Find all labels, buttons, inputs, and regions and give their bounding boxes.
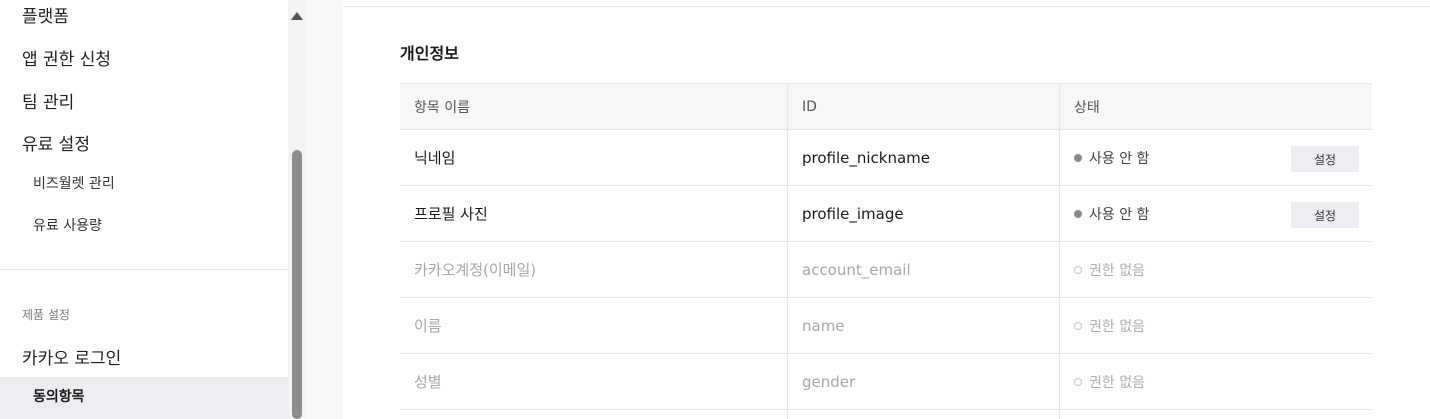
sidebar-item-label: 동의항목: [33, 389, 85, 405]
item-name-cell: 카카오계정(이메일): [400, 242, 788, 297]
item-id-cell: profile_nickname: [788, 130, 1060, 185]
table-row: 성별 gender 권한 없음: [400, 354, 1372, 410]
sidebar-item-paid-usage[interactable]: 유료 사용량: [33, 215, 102, 235]
item-id-cell: account_email: [788, 242, 1060, 297]
column-header-id: ID: [788, 84, 1060, 129]
content-gutter: [307, 0, 343, 419]
table-header: 항목 이름 ID 상태: [400, 83, 1372, 130]
status-text: 권한 없음: [1089, 318, 1145, 335]
status-text: 사용 안 함: [1089, 150, 1150, 167]
scrollbar-thumb[interactable]: [292, 150, 302, 419]
column-header-item-name: 항목 이름: [400, 84, 788, 129]
item-id-cell: [788, 410, 1060, 419]
sidebar-section-label: 제품 설정: [22, 308, 70, 322]
sidebar-item-paid-settings[interactable]: 유료 설정: [22, 130, 90, 155]
scroll-up-icon[interactable]: [291, 12, 303, 20]
status-text: 사용 안 함: [1089, 206, 1150, 223]
item-name-cell: [400, 410, 788, 419]
sidebar-item-app-permission-request[interactable]: 앱 권한 신청: [22, 45, 111, 70]
filled-circle-icon: [1074, 209, 1082, 218]
content-top-border: [343, 6, 1430, 7]
table-row: [400, 410, 1372, 419]
sidebar-item-team-management[interactable]: 팀 관리: [22, 88, 74, 113]
status-text: 권한 없음: [1089, 374, 1145, 391]
sidebar-item-consent-items[interactable]: 동의항목: [0, 377, 288, 419]
status-cell: 사용 안 함 설정: [1060, 186, 1372, 241]
status-cell: 권한 없음: [1060, 298, 1372, 353]
item-name-cell: 닉네임: [400, 130, 788, 185]
settings-button[interactable]: 설정: [1291, 202, 1359, 228]
item-name-cell: 이름: [400, 298, 788, 353]
sidebar-divider: [0, 269, 288, 270]
hollow-circle-icon: [1074, 321, 1082, 330]
sidebar-item-kakao-login[interactable]: 카카오 로그인: [22, 344, 121, 369]
table-row: 이름 name 권한 없음: [400, 298, 1372, 354]
column-header-status: 상태: [1074, 99, 1100, 116]
sidebar-item-bizwallet[interactable]: 비즈월렛 관리: [33, 173, 115, 193]
status-cell: 권한 없음: [1060, 354, 1372, 409]
hollow-circle-icon: [1074, 265, 1082, 274]
filled-circle-icon: [1074, 153, 1082, 162]
status-cell: [1060, 410, 1372, 419]
item-id-cell: gender: [788, 354, 1060, 409]
sidebar-item-platform[interactable]: 플랫폼: [22, 2, 69, 27]
item-name-cell: 성별: [400, 354, 788, 409]
personal-info-table: 항목 이름 ID 상태 닉네임 profile_nickname 사용 안 함 …: [400, 83, 1372, 419]
item-id-cell: profile_image: [788, 186, 1060, 241]
item-name-cell: 프로필 사진: [400, 186, 788, 241]
settings-button[interactable]: 설정: [1291, 146, 1359, 172]
table-row: 카카오계정(이메일) account_email 권한 없음: [400, 242, 1372, 298]
sidebar: 플랫폼 앱 권한 신청 팀 관리 유료 설정 비즈월렛 관리 유료 사용량 제품…: [0, 0, 288, 419]
status-text: 권한 없음: [1089, 262, 1145, 279]
table-row: 닉네임 profile_nickname 사용 안 함 설정: [400, 130, 1372, 186]
status-cell: 사용 안 함 설정: [1060, 130, 1372, 185]
status-cell: 권한 없음: [1060, 242, 1372, 297]
hollow-circle-icon: [1074, 377, 1082, 386]
item-id-cell: name: [788, 298, 1060, 353]
table-row: 프로필 사진 profile_image 사용 안 함 설정: [400, 186, 1372, 242]
section-title: 개인정보: [400, 44, 459, 63]
